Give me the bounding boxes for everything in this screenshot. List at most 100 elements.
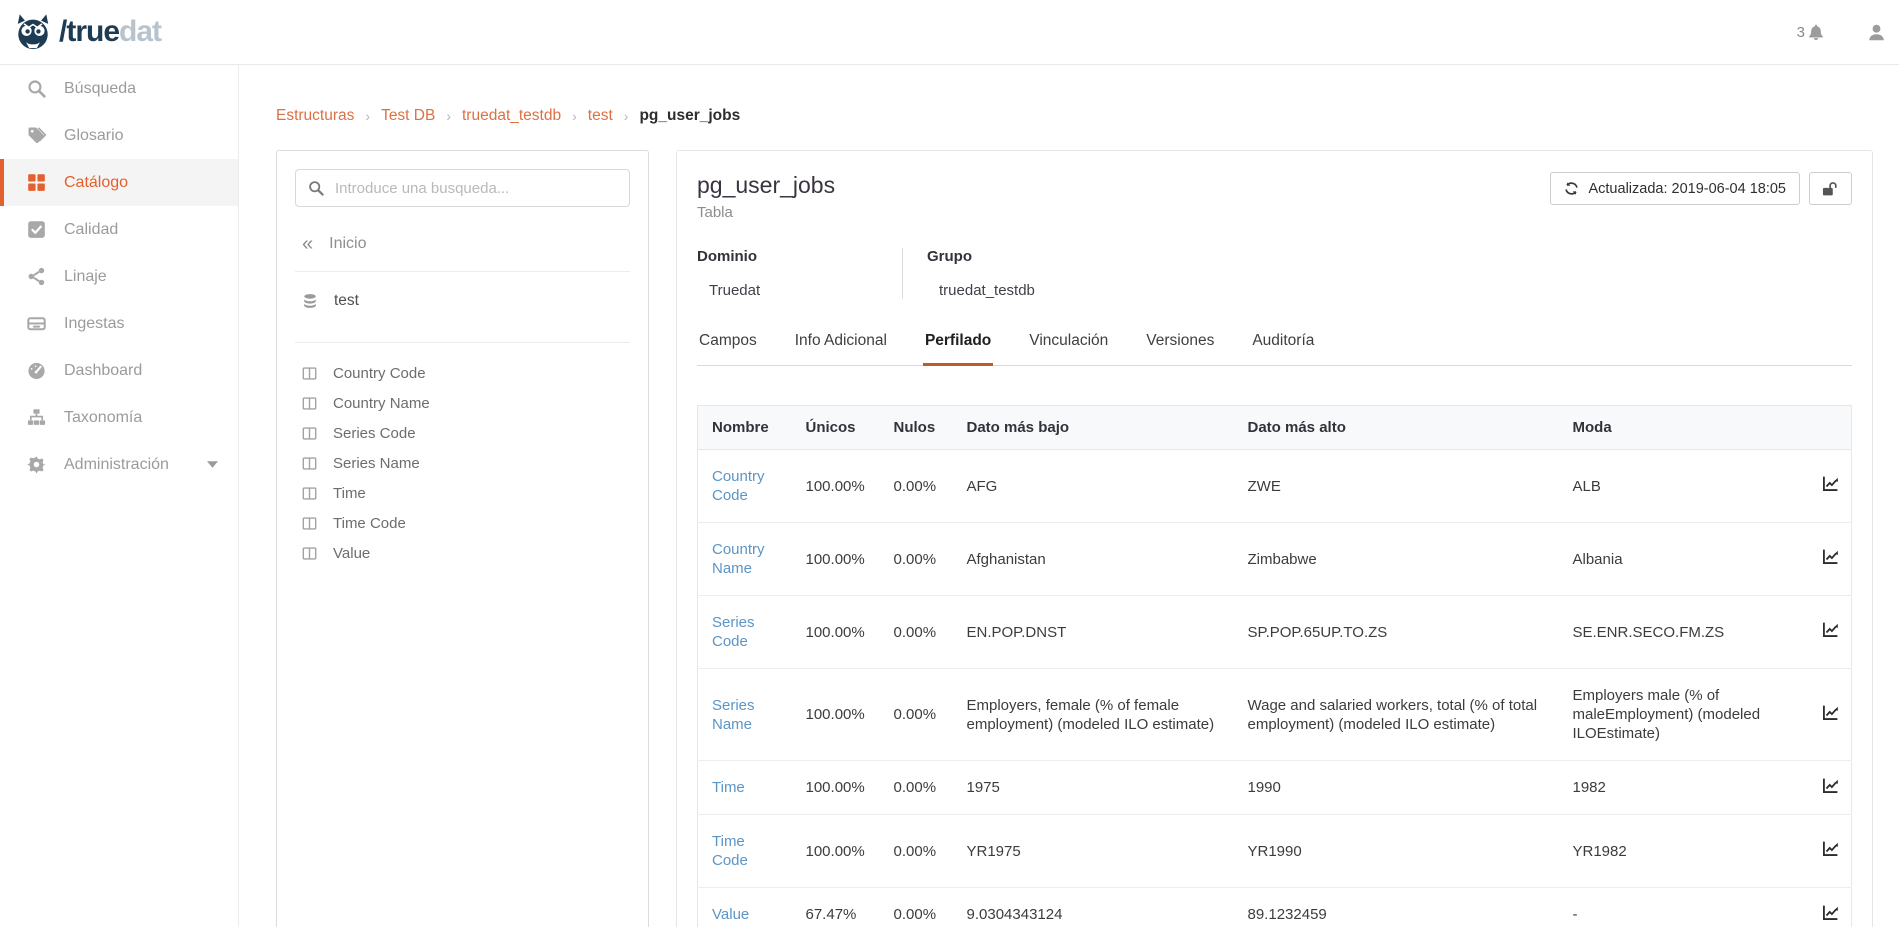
sidebar: Búsqueda Glosario Catálogo Calidad Linaj… — [0, 65, 239, 927]
chart-line-icon[interactable] — [1822, 621, 1839, 638]
uniques-value: 67.47% — [792, 888, 880, 927]
field-name-link[interactable]: Time Code — [712, 832, 778, 870]
sidebar-item[interactable]: Ingestas — [0, 300, 238, 347]
table-columns-icon — [302, 456, 317, 471]
mode-value: 1982 — [1559, 761, 1809, 815]
explorer-field-item[interactable]: Time Code — [295, 508, 630, 538]
detail-tabs: Campos Info Adicional Perfilado Vinculación… — [697, 332, 1852, 366]
metadata-field: Dominio Truedat — [697, 248, 902, 299]
explorer-field-item[interactable]: Series Code — [295, 418, 630, 448]
lowest-value: YR1975 — [953, 815, 1234, 888]
chart-line-icon[interactable] — [1822, 777, 1839, 794]
highest-value: ZWE — [1234, 450, 1559, 523]
explorer-field-item[interactable]: Series Name — [295, 448, 630, 478]
top-navbar: /truedat 3 — [0, 0, 1899, 65]
nulls-value: 0.00% — [880, 669, 953, 761]
sidebar-item[interactable]: Dashboard — [0, 347, 238, 394]
explorer-back-home[interactable]: « Inicio — [295, 229, 630, 259]
lowest-value: EN.POP.DNST — [953, 596, 1234, 669]
highest-value: 89.1232459 — [1234, 888, 1559, 927]
tab[interactable]: Campos — [697, 332, 759, 366]
sidebar-item-icon — [27, 267, 46, 286]
breadcrumb-separator: › — [572, 108, 577, 124]
explorer-field-item[interactable]: Time — [295, 478, 630, 508]
refresh-metadata-button[interactable]: Actualizada: 2019-06-04 18:05 — [1550, 172, 1800, 205]
breadcrumb-separator: › — [624, 108, 629, 124]
explorer-field-label: Country Name — [333, 395, 430, 412]
structure-type-label: Tabla — [697, 204, 835, 221]
sidebar-item[interactable]: Administración — [0, 441, 238, 488]
user-menu-icon[interactable] — [1867, 23, 1886, 42]
column-header-actions — [1809, 406, 1852, 450]
breadcrumb-separator: › — [365, 108, 370, 124]
breadcrumb-segment: truedat_testdb › — [462, 107, 588, 125]
chart-line-icon[interactable] — [1822, 548, 1839, 565]
truedat-logo[interactable]: /truedat — [12, 13, 161, 51]
chart-line-icon[interactable] — [1822, 704, 1839, 721]
field-name-link[interactable]: Country Name — [712, 540, 778, 578]
uniques-value: 100.00% — [792, 761, 880, 815]
explorer-field-item[interactable]: Country Name — [295, 388, 630, 418]
explorer-field-label: Time — [333, 485, 366, 502]
explorer-current-node[interactable]: test — [295, 272, 630, 330]
field-name-link[interactable]: Series Name — [712, 696, 778, 734]
chart-line-icon[interactable] — [1822, 904, 1839, 921]
explorer-search-box — [295, 169, 630, 207]
sidebar-item[interactable]: Búsqueda — [0, 65, 238, 112]
profiling-table-header-row: Nombre Únicos Nulos Dato más bajo Dato m… — [698, 406, 1852, 450]
field-name-link[interactable]: Series Code — [712, 613, 778, 651]
tab[interactable]: Vinculación — [1027, 332, 1110, 366]
field-name-link[interactable]: Value — [712, 905, 749, 924]
main-content: Estructuras › Test DB › truedat_testdb ›… — [239, 65, 1899, 927]
highest-value: 1990 — [1234, 761, 1559, 815]
lowest-value: Employers, female (% of female employmen… — [953, 669, 1234, 761]
breadcrumb-segment: test › — [588, 107, 640, 125]
chart-line-icon[interactable] — [1822, 475, 1839, 492]
navbar-right: 3 — [1797, 23, 1886, 42]
sidebar-item-label: Taxonomía — [64, 409, 142, 427]
table-row: Country Code 100.00% 0.00% AFG ZWE ALB — [698, 450, 1852, 523]
sidebar-item[interactable]: Catálogo — [0, 159, 238, 206]
sidebar-item-label: Ingestas — [64, 315, 124, 333]
breadcrumb-link[interactable]: truedat_testdb — [462, 107, 561, 125]
sidebar-item[interactable]: Linaje — [0, 253, 238, 300]
table-row: Value 67.47% 0.00% 9.0304343124 89.12324… — [698, 888, 1852, 927]
sidebar-item-label: Búsqueda — [64, 80, 136, 98]
mode-value: ALB — [1559, 450, 1809, 523]
breadcrumb-link[interactable]: test — [588, 107, 613, 125]
table-columns-icon — [302, 366, 317, 381]
column-header-uniques: Únicos — [792, 406, 880, 450]
chart-line-icon[interactable] — [1822, 840, 1839, 857]
sidebar-item-label: Administración — [64, 456, 169, 474]
sidebar-item-label: Glosario — [64, 127, 124, 145]
search-input[interactable] — [335, 180, 617, 197]
lock-button[interactable] — [1809, 172, 1852, 205]
breadcrumb-segment: Test DB › — [381, 107, 462, 125]
sidebar-item-icon — [27, 126, 46, 145]
column-header-lowest: Dato más bajo — [953, 406, 1234, 450]
sidebar-item-label: Dashboard — [64, 362, 142, 380]
field-name-link[interactable]: Time — [712, 778, 745, 797]
sidebar-item[interactable]: Taxonomía — [0, 394, 238, 441]
field-name-link[interactable]: Country Code — [712, 467, 778, 505]
sidebar-item[interactable]: Glosario — [0, 112, 238, 159]
breadcrumb-link[interactable]: Estructuras — [276, 107, 354, 125]
tab[interactable]: Info Adicional — [793, 332, 889, 366]
tab[interactable]: Perfilado — [923, 332, 993, 366]
notification-count: 3 — [1797, 24, 1805, 41]
sidebar-item[interactable]: Calidad — [0, 206, 238, 253]
table-row: Country Name 100.00% 0.00% Afghanistan Z… — [698, 523, 1852, 596]
explorer-field-item[interactable]: Country Code — [295, 358, 630, 388]
explorer-field-item[interactable]: Value — [295, 538, 630, 568]
notifications-button[interactable]: 3 — [1797, 23, 1825, 41]
mode-value: Employers male (% of maleEmployment) (mo… — [1559, 669, 1809, 761]
sidebar-item-icon — [27, 361, 46, 380]
column-header-mode: Moda — [1559, 406, 1809, 450]
structure-explorer-panel: « Inicio test Country Code Country Name — [276, 150, 649, 927]
tab[interactable]: Versiones — [1144, 332, 1216, 366]
tab[interactable]: Auditoría — [1250, 332, 1316, 366]
detail-actions: Actualizada: 2019-06-04 18:05 — [1550, 172, 1852, 205]
explorer-node-label: test — [334, 292, 359, 310]
explorer-field-label: Country Code — [333, 365, 426, 382]
breadcrumb-link[interactable]: Test DB — [381, 107, 435, 125]
